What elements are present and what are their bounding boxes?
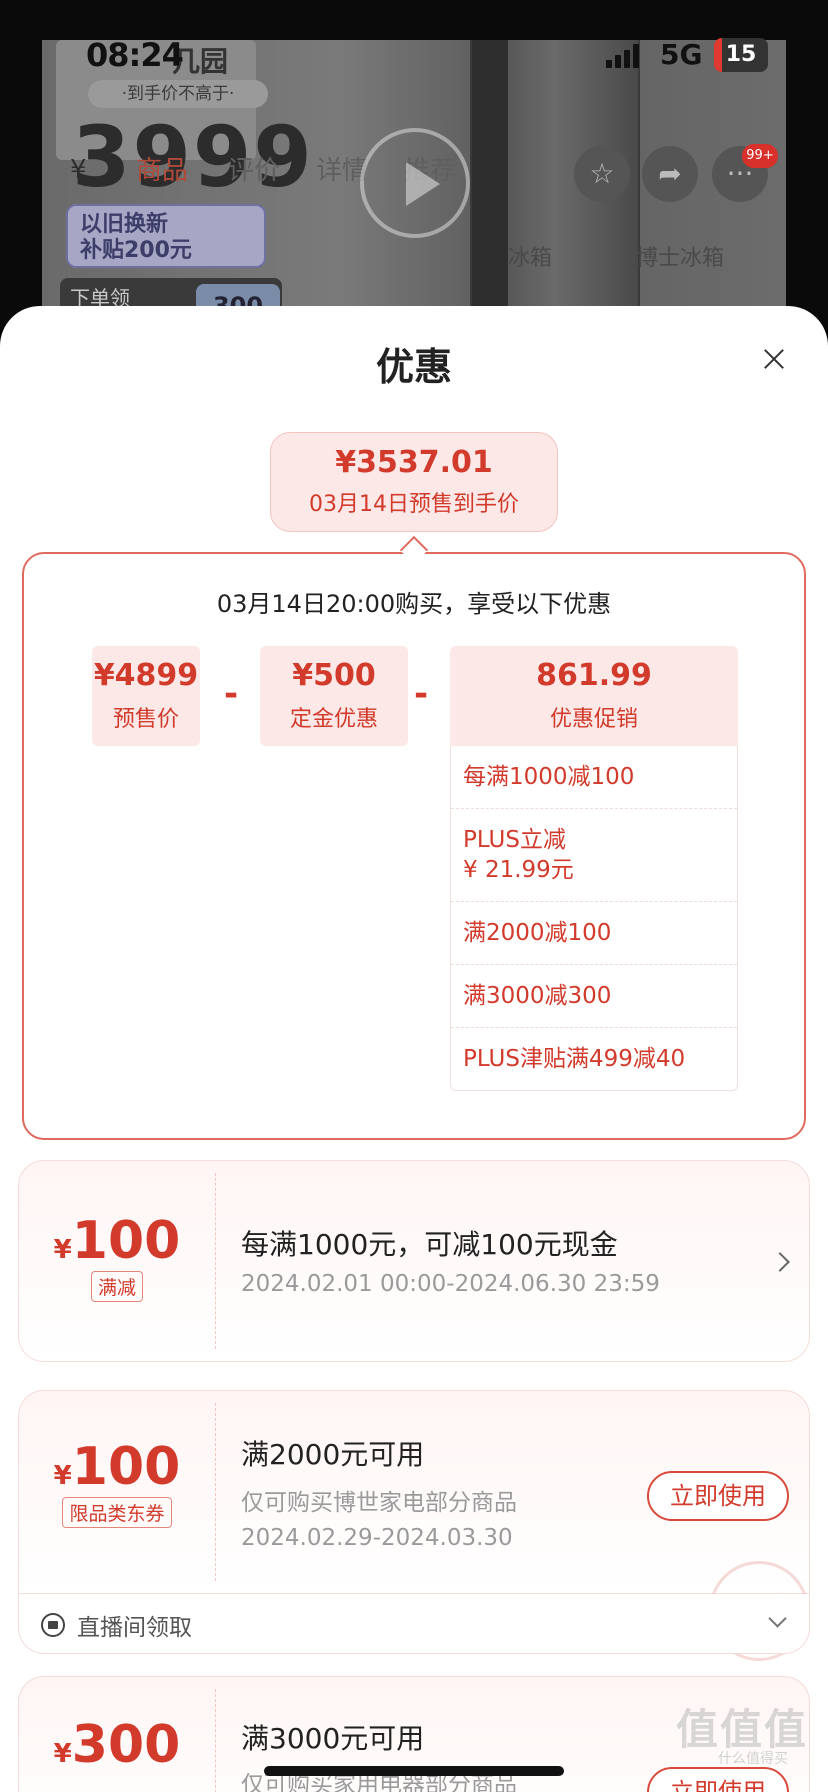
battery-level: 15	[725, 42, 757, 67]
network-type: 5G	[660, 38, 703, 71]
discount-item: PLUS津贴满499减40	[463, 1046, 686, 1072]
discount-item: 每满1000减100	[451, 746, 737, 809]
use-now-button[interactable]: 立即使用	[647, 1767, 789, 1792]
chevron-right-icon[interactable]	[770, 1252, 790, 1272]
coupon-amount-value: 100	[71, 1211, 181, 1271]
discount-list: 每满1000减100 PLUS立减 ¥ 21.99元 满2000减100 满30…	[450, 746, 738, 1091]
coupon-amount-area: ¥300	[19, 1677, 215, 1792]
coupon-currency: ¥	[53, 1739, 72, 1769]
discount-item: 满3000减300	[451, 965, 737, 1028]
coupon-title: 满3000元可用	[241, 1722, 425, 1755]
coupon-divider	[215, 1403, 216, 1581]
trade-in-badge: 以旧换新 补贴200元	[66, 204, 266, 268]
product-page-background: 几园 ·到手价不高于· 3999 ¥ 商品 评价 详情 推荐 ☆ ➦ ··· 9…	[0, 0, 828, 330]
coupon-amount: ¥100	[19, 1437, 215, 1497]
coupon-scope: 仅可购买博世家电部分商品	[241, 1490, 517, 1516]
coupon-card[interactable]: ¥100 满减 每满1000元，可减100元现金 2024.02.01 00:0…	[18, 1160, 810, 1362]
coupon-tag: 限品类东券	[62, 1497, 172, 1528]
share-icon[interactable]: ➦	[642, 146, 698, 202]
live-room-claim-row[interactable]: 直播间领取	[18, 1594, 810, 1654]
coupon-tag: 满减	[90, 1271, 143, 1302]
tab-product[interactable]: 商品	[136, 150, 188, 187]
calc-label: 优惠促销	[549, 707, 638, 732]
calc-label: 定金优惠	[289, 707, 378, 732]
promo-header: 03月14日20:00购买，享受以下优惠	[216, 590, 612, 618]
discount-item: PLUS立减 ¥ 21.99元	[451, 809, 737, 902]
presale-price-pill: ¥3537.01 03月14日预售到手价	[270, 432, 558, 532]
use-now-button[interactable]: 立即使用	[647, 1471, 789, 1521]
calc-deposit-discount: ¥500 定金优惠	[260, 646, 408, 746]
coupon-amount-value: 300	[71, 1715, 181, 1775]
presale-price: ¥3537.01	[335, 445, 493, 480]
coupon-currency: ¥	[53, 1461, 72, 1491]
home-indicator[interactable]	[264, 1766, 564, 1776]
category-fridge: 冰箱	[508, 246, 553, 271]
watermark-caption: 什么值得买	[718, 1751, 788, 1767]
coupon-amount: ¥100	[19, 1211, 215, 1271]
chevron-down-icon[interactable]	[768, 1609, 787, 1628]
minus-operator: -	[224, 674, 239, 714]
coupon-title: 满2000元可用	[241, 1438, 425, 1471]
coupon-amount-area: ¥100 限品类东券	[19, 1391, 215, 1593]
coupon-card[interactable]: ¥100 限品类东券 满2000元可用 仅可购买博世家电部分商品 2024.02…	[18, 1390, 825, 1677]
sheet-title: 优惠	[375, 345, 452, 389]
offers-sheet: 优惠 ¥3537.01 03月14日预售到手价 03月14日20:00购买，享受…	[0, 306, 828, 1792]
coupon-currency: ¥	[53, 1235, 72, 1265]
live-room-label: 直播间领取	[77, 1615, 192, 1641]
tab-reviews[interactable]: 评价	[228, 150, 280, 187]
calc-value: ¥4899	[93, 658, 199, 693]
status-time: 08:24	[86, 36, 184, 74]
battery-icon: 15	[714, 38, 768, 72]
favorite-icon[interactable]: ☆	[574, 146, 630, 202]
discount-item: 满2000减100	[451, 902, 737, 965]
price-subtitle: ·到手价不高于·	[88, 80, 268, 108]
coupon-amount: ¥300	[19, 1715, 215, 1775]
minus-operator: -	[414, 674, 429, 714]
coupon-validity: 2024.02.01 00:00-2024.06.30 23:59	[241, 1271, 660, 1297]
coupon-divider	[215, 1689, 216, 1792]
calc-presale-price: ¥4899 预售价	[92, 646, 200, 746]
live-stream-icon	[41, 1613, 65, 1637]
calc-promotions: 861.99 优惠促销	[450, 646, 738, 746]
cellular-signal-icon	[606, 44, 642, 68]
calc-value: 861.99	[536, 658, 652, 693]
coupon-amount-value: 100	[71, 1437, 181, 1497]
coupon-amount-area: ¥100 满减	[19, 1161, 215, 1361]
category-bosch-fridge: 博士冰箱	[636, 246, 725, 271]
coupon-divider	[215, 1173, 216, 1349]
calc-value: ¥500	[292, 658, 376, 693]
close-icon[interactable]	[756, 342, 792, 378]
presale-label: 03月14日预售到手价	[309, 492, 519, 517]
play-video-icon[interactable]	[360, 128, 470, 238]
calc-label: 预售价	[112, 707, 179, 732]
coupon-title: 每满1000元，可减100元现金	[241, 1228, 618, 1261]
trade-in-text: 以旧换新 补贴200元	[80, 212, 192, 263]
coupon-validity: 2024.02.29-2024.03.30	[241, 1525, 513, 1551]
promo-breakdown: 03月14日20:00购买，享受以下优惠 ¥4899 预售价 - ¥500 定金…	[22, 552, 806, 1140]
notification-badge: 99+	[742, 144, 778, 168]
